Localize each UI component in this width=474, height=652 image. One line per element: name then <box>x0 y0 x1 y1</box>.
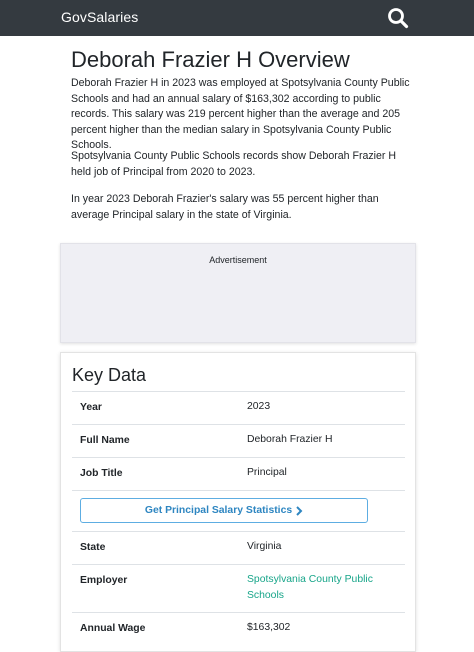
row-value: $163,302 <box>247 622 291 633</box>
row-value: Deborah Frazier H <box>247 434 333 445</box>
row-label: State <box>80 542 106 553</box>
row-value: Principal <box>247 467 287 478</box>
overview-paragraph: Spotsylvania County Public Schools recor… <box>71 150 397 178</box>
page-title: Deborah Frazier H Overview <box>71 47 350 72</box>
table-row: Job Title Principal <box>72 457 405 490</box>
row-label: Annual Wage <box>80 623 146 634</box>
row-value: 2023 <box>247 401 271 412</box>
navbar: GovSalaries <box>0 0 474 36</box>
row-label: Year <box>80 402 102 413</box>
employer-link[interactable]: Spotsylvania County Public Schools <box>247 572 397 604</box>
salary-statistics-label: Get Principal Salary Statistics <box>144 505 293 516</box>
table-row: Full Name Deborah Frazier H <box>72 424 405 457</box>
row-label: Job Title <box>80 468 123 479</box>
advertisement-label: Advertisement <box>209 255 267 265</box>
row-label: Full Name <box>80 435 130 446</box>
overview-paragraph: Deborah Frazier H in 2023 was employed a… <box>71 77 410 152</box>
chevron-right-icon <box>296 505 303 516</box>
table-row: State Virginia <box>72 531 405 564</box>
key-data-card: Key Data Year 2023 Full Name Deborah Fra… <box>60 352 416 652</box>
row-label: Employer <box>80 575 128 586</box>
table-row: Annual Wage $163,302 <box>72 612 405 645</box>
overview-paragraph: In year 2023 Deborah Frazier's salary wa… <box>71 193 379 221</box>
table-row: Get Principal Salary Statistics <box>72 490 405 531</box>
table-row: Employer Spotsylvania County Public Scho… <box>72 564 405 612</box>
brand-logo[interactable]: GovSalaries <box>61 9 138 25</box>
search-icon[interactable] <box>386 6 410 30</box>
advertisement-box: Advertisement <box>60 243 416 343</box>
row-value: Virginia <box>247 541 282 552</box>
salary-statistics-button[interactable]: Get Principal Salary Statistics <box>80 498 368 523</box>
table-row: Year 2023 <box>72 391 405 424</box>
key-data-title: Key Data <box>72 365 147 385</box>
